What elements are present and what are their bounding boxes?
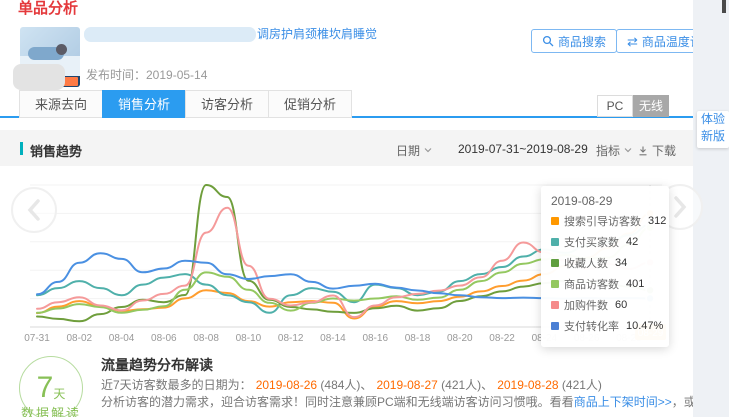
toggle-wireless[interactable]: 无线 (633, 95, 669, 117)
shelf-time-link[interactable]: 商品上下架时间>> (574, 395, 672, 409)
insight-top-dates: 2019-08-26 (484人)、2019-08-27 (421人)、2019… (252, 378, 602, 392)
tooltip-row: 商品访客数401 (551, 276, 659, 292)
x-axis-label: 08-10 (236, 333, 262, 344)
insight-line1: 近7天访客数最多的日期为：2019-08-26 (484人)、2019-08-2… (101, 376, 602, 393)
try-new-version-line2: 新版 (697, 128, 729, 145)
exchange-icon: ⇄ (627, 35, 638, 48)
x-axis-label: 07-31 (24, 333, 50, 344)
tab-3[interactable]: 访客分析 (185, 90, 269, 118)
legend-square-icon (551, 217, 559, 225)
tooltip-row: 加购件数60 (551, 297, 659, 313)
badge-number: 7 (37, 373, 54, 403)
insight-line2-a: 分析访客的潜力需求，迎合访客需求！同时注意兼顾PC端和无线端访客访问习惯哦。看看 (101, 395, 574, 409)
download-icon (638, 146, 648, 156)
date-dropdown-label: 日期 (396, 142, 420, 159)
product-search-label: 商品搜索 (558, 33, 606, 50)
tooltip-date: 2019-08-29 (551, 194, 659, 208)
try-new-version-line1: 体验 (697, 111, 729, 128)
date-dropdown[interactable]: 日期 (396, 142, 432, 159)
metrics-dropdown[interactable]: 指标 (596, 142, 632, 159)
top-date: 2019-08-27 (376, 378, 437, 392)
download-button[interactable]: 下载 (638, 142, 676, 159)
tooltip-row: 支付买家数42 (551, 234, 659, 250)
redacted-shop-blur (13, 64, 65, 90)
insight-line1-prefix: 近7天访客数最多的日期为： (101, 378, 252, 392)
top-date: 2019-08-26 (256, 378, 317, 392)
publish-time: 发布时间：2019-05-14 (86, 66, 207, 83)
tooltip-rows: 搜索引导访客数312 支付买家数42 收藏人数34 商品访客数401 加购件数60 支付转… (551, 213, 659, 334)
tab-2[interactable]: 销售分析 (102, 90, 186, 118)
chart-tooltip: 2019-08-29 搜索引导访客数312 支付买家数42 收藏人数34 商品访客数4… (541, 186, 669, 347)
x-axis-label: 08-08 (193, 333, 219, 344)
x-axis-label: 08-18 (405, 333, 431, 344)
chevron-left-icon (26, 199, 42, 221)
device-toggle: PC 无线 (597, 95, 669, 117)
scrollbar-thumb[interactable] (722, 0, 726, 13)
sales-trend-title: 销售趋势 (30, 141, 82, 160)
redacted-title-blur (84, 27, 256, 42)
try-new-version-button[interactable]: 体验 新版 (697, 111, 729, 148)
x-axis-label: 08-02 (66, 333, 92, 344)
x-axis-label: 08-04 (109, 333, 135, 344)
legend-square-icon (551, 238, 559, 246)
legend-square-icon (551, 301, 559, 309)
insight-title: 流量趋势分布解读 (101, 355, 213, 375)
x-axis-label: 08-20 (447, 333, 473, 344)
toggle-pc[interactable]: PC (597, 95, 633, 117)
chevron-right-icon (672, 196, 688, 218)
product-search-button[interactable]: 商品搜索 (531, 29, 617, 53)
analysis-tabs: 来源去向销售分析访客分析促销分析 (20, 90, 352, 118)
single-product-analysis-page: 单品分析 调房护肩颈椎坎肩睡觉 发布时间：2019-05-14 商品搜索 ⇄ 商… (0, 0, 729, 417)
sales-trend-header-bar (0, 130, 693, 166)
legend-square-icon (551, 259, 559, 267)
thumbnail-head-shape (56, 44, 67, 55)
x-axis-label: 08-16 (362, 333, 388, 344)
x-axis-label: 08-06 (151, 333, 177, 344)
metrics-dropdown-label: 指标 (596, 142, 620, 159)
legend-square-icon (551, 322, 559, 330)
tooltip-row: 收藏人数34 (551, 255, 659, 271)
x-axis-label: 08-22 (489, 333, 515, 344)
carousel-prev-button[interactable] (11, 187, 57, 233)
badge-unit: 天 (53, 385, 65, 402)
chevron-down-icon (424, 148, 432, 153)
x-axis-label: 08-14 (320, 333, 346, 344)
product-title-link[interactable]: 调房护肩颈椎坎肩睡觉 (257, 25, 377, 42)
insight-line2: 分析访客的潜力需求，迎合访客需求！同时注意兼顾PC端和无线端访客访问习惯哦。看看… (101, 393, 729, 410)
top-date: 2019-08-28 (497, 378, 558, 392)
tab-1[interactable]: 来源去向 (19, 90, 103, 118)
download-label: 下载 (652, 142, 676, 159)
tooltip-row: 搜索引导访客数312 (551, 213, 659, 229)
tab-4[interactable]: 促销分析 (268, 90, 352, 118)
chevron-down-icon (624, 148, 632, 153)
page-title: 单品分析 (18, 0, 78, 18)
x-axis-label: 08-12 (278, 333, 304, 344)
search-icon (542, 35, 554, 47)
legend-square-icon (551, 280, 559, 288)
section-accent-marker (20, 142, 23, 155)
date-range-value[interactable]: 2019-07-31~2019-08-29 (458, 142, 588, 156)
tooltip-row: 支付转化率10.47% (551, 318, 659, 334)
badge-caption: 数据解读 (16, 403, 86, 417)
